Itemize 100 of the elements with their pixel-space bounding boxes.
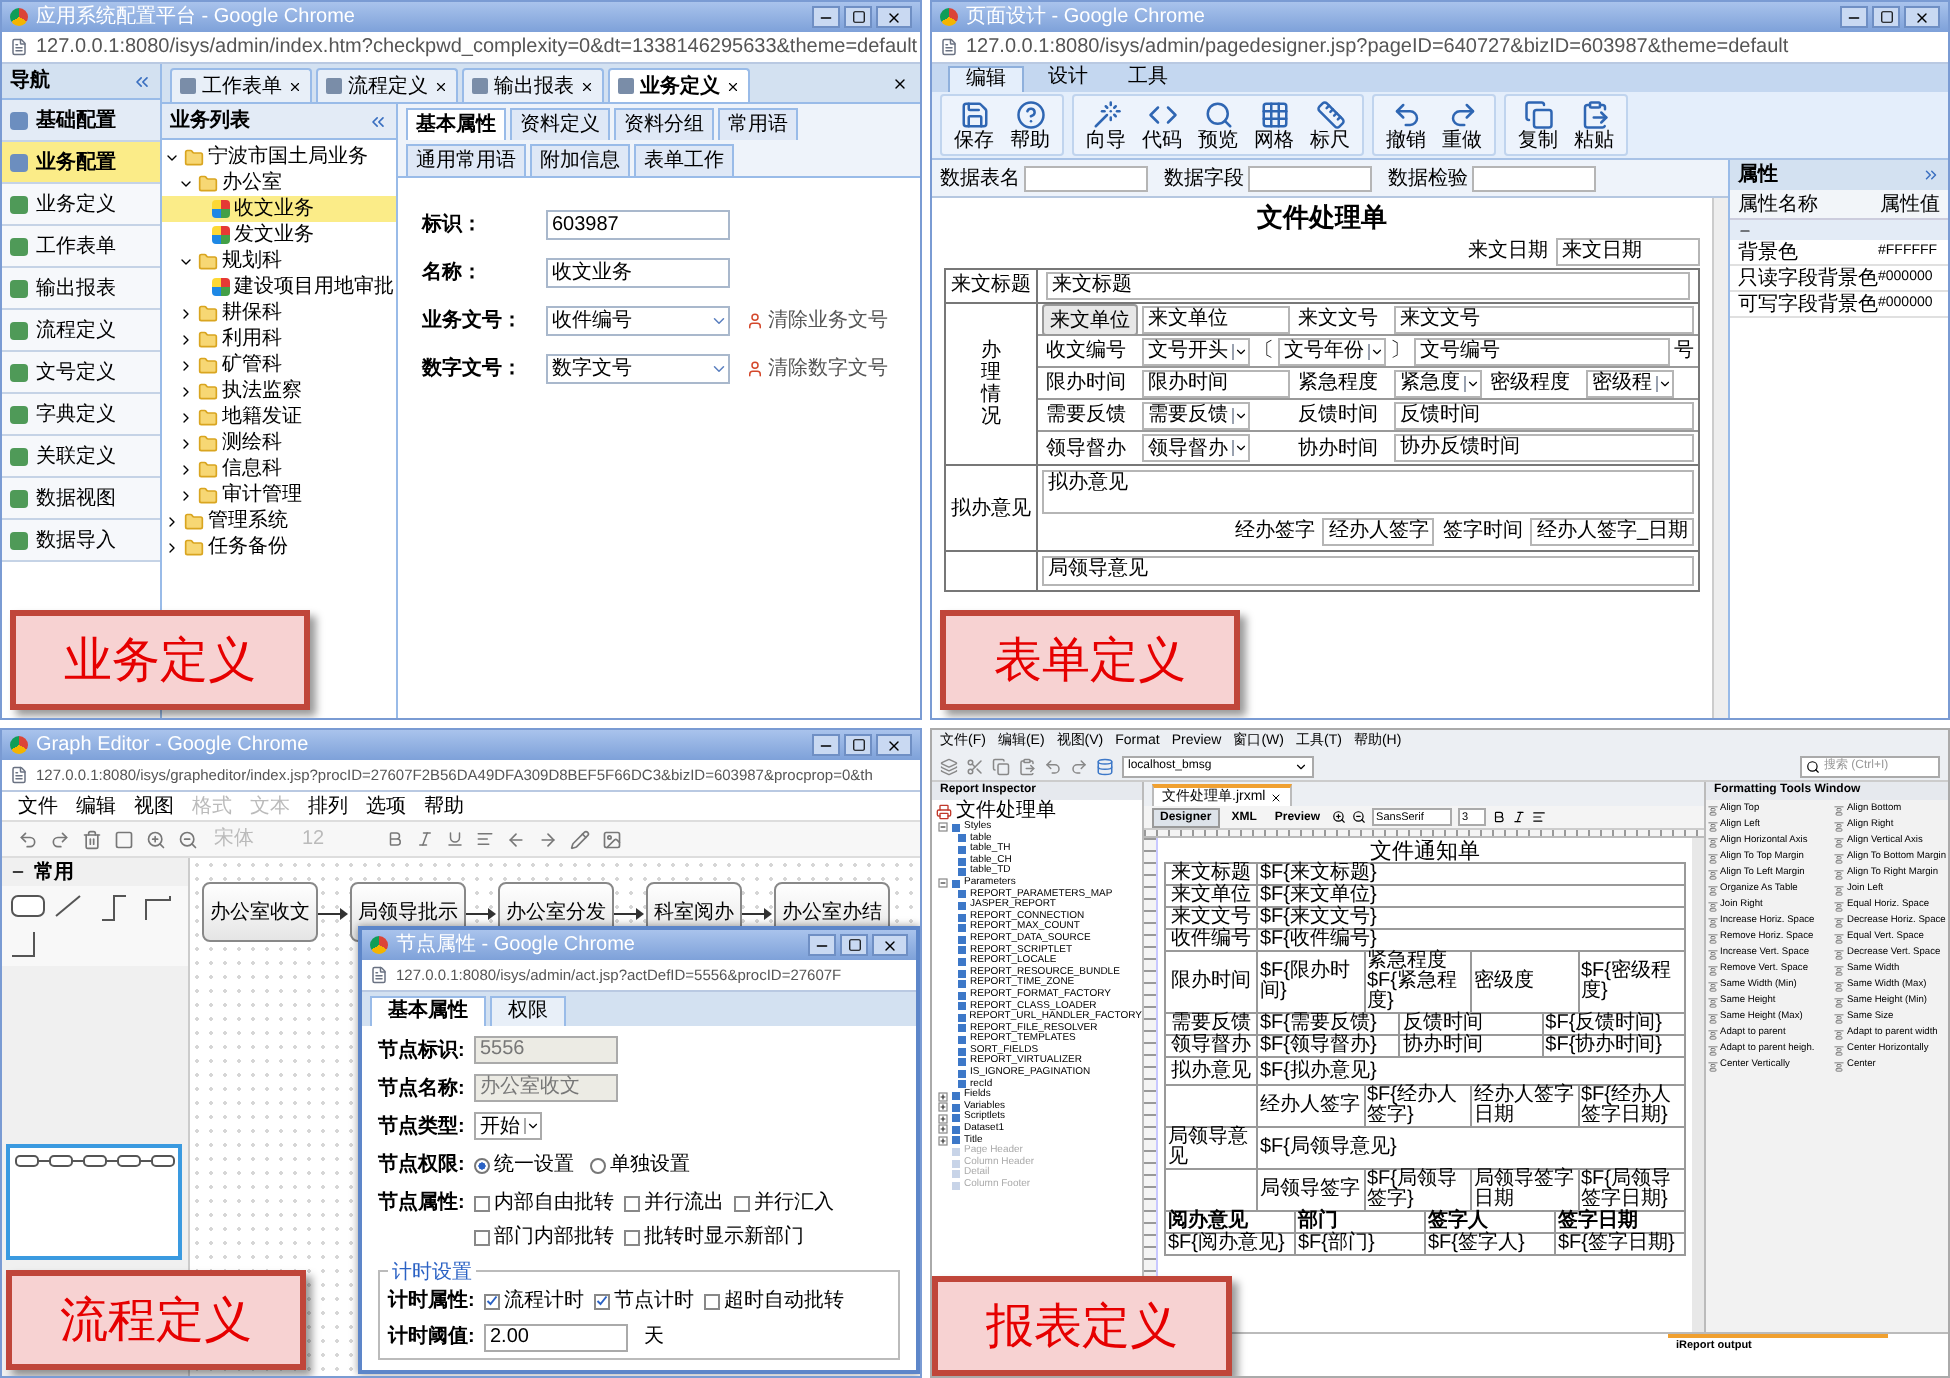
minimize-button[interactable] (812, 734, 840, 756)
zoom-in-icon[interactable] (1332, 810, 1347, 824)
input-field[interactable]: 来文标题 (1046, 272, 1690, 300)
caret-icon[interactable] (178, 487, 194, 503)
checkbox[interactable] (704, 1293, 720, 1309)
caret-icon[interactable] (164, 513, 180, 529)
radio-button[interactable] (474, 1157, 490, 1173)
toolbar-button[interactable]: 代码 (1138, 96, 1186, 154)
caret-icon[interactable] (178, 331, 194, 347)
address-bar[interactable]: 127.0.0.1:8080/isys/admin/pagedesigner.jsp?pageID=640727&bizID=603987&theme=default (932, 32, 1948, 64)
unit-button[interactable]: 来文单位 (1042, 303, 1138, 335)
tree-item[interactable]: 宁波市国土局业务 (162, 144, 396, 170)
caret-icon[interactable] (178, 435, 194, 451)
nav-item[interactable]: 工作表单 (2, 226, 160, 268)
caret-icon[interactable] (164, 539, 180, 555)
checkbox[interactable] (734, 1195, 750, 1211)
delete-icon[interactable] (82, 829, 102, 849)
ribbon-tab[interactable]: 工具 (1112, 66, 1184, 92)
tree-item[interactable]: 发文业务 (162, 222, 396, 248)
tree-item[interactable]: 建设项目用地审批 (162, 274, 396, 300)
caret-icon[interactable] (178, 305, 194, 321)
menu-item[interactable]: 编辑 (76, 791, 116, 821)
select-field[interactable]: 收件编号 (546, 306, 730, 336)
cut-icon[interactable] (966, 758, 984, 776)
select-field[interactable]: 需要反馈 (1142, 401, 1250, 429)
toolbar-button[interactable]: 向导 (1082, 96, 1130, 154)
menu-item[interactable]: 文件 (18, 791, 58, 821)
pencil-icon[interactable] (570, 829, 590, 849)
input-field[interactable]: 经办人签字 (1322, 517, 1435, 545)
input-field[interactable] (1472, 165, 1596, 191)
minimize-button[interactable] (1840, 6, 1868, 28)
text-area[interactable]: 局领导意见 (1042, 556, 1694, 586)
ribbon-tab[interactable]: 设计 (1032, 66, 1104, 92)
input-field[interactable]: 限办时间 (1142, 369, 1290, 397)
tab[interactable]: 基本属性 (406, 108, 506, 140)
select-field[interactable]: 开始 (474, 1112, 542, 1140)
paste-icon[interactable] (1018, 758, 1036, 776)
caret-icon[interactable] (178, 357, 194, 373)
radio-button[interactable] (590, 1157, 606, 1173)
tree-item[interactable]: 信息科 (162, 456, 396, 482)
arrow-left-icon[interactable] (506, 829, 526, 849)
tree-item[interactable]: 管理系统 (162, 508, 396, 534)
close-icon[interactable] (580, 79, 594, 93)
layers-icon[interactable] (940, 758, 958, 776)
align-icon[interactable] (476, 830, 494, 848)
input-field[interactable]: 2.00 (484, 1323, 628, 1351)
input-field[interactable]: 来文日期 (1556, 237, 1700, 265)
tab[interactable]: 业务定义 (608, 68, 750, 102)
checkbox[interactable] (484, 1293, 500, 1309)
tab[interactable]: 表单工作 (634, 144, 734, 176)
toolbar-button[interactable]: 网格 (1250, 96, 1298, 154)
caret-icon[interactable] (178, 461, 194, 477)
input-field[interactable] (1024, 165, 1148, 191)
close-icon[interactable] (434, 79, 448, 93)
expand-icon[interactable] (938, 1102, 948, 1113)
redo-icon[interactable] (1070, 758, 1088, 776)
select-field[interactable]: 领导督办 (1142, 434, 1250, 462)
tab[interactable]: 资料分组 (614, 108, 714, 140)
line-icon[interactable] (54, 894, 83, 918)
tab[interactable]: 基本属性 (370, 996, 486, 1026)
menu-item[interactable]: 视图 (134, 791, 174, 821)
maximize-button[interactable] (844, 734, 872, 756)
maximize-button[interactable] (844, 6, 872, 28)
nav-item[interactable]: 关联定义 (2, 436, 160, 478)
tree-item[interactable]: 矿管科 (162, 352, 396, 378)
toolbar-button[interactable]: 粘贴 (1570, 96, 1618, 154)
tree-item[interactable]: 执法监察 (162, 378, 396, 404)
nav-item[interactable]: 输出报表 (2, 268, 160, 310)
tree-item[interactable]: 利用科 (162, 326, 396, 352)
input-field[interactable]: 来文文号 (1394, 305, 1694, 333)
nav-item[interactable]: 业务定义 (2, 184, 160, 226)
tab[interactable]: 权限 (490, 996, 566, 1026)
checkbox[interactable] (474, 1229, 490, 1245)
nav-item[interactable]: 业务配置 (2, 142, 160, 184)
collapse-icon[interactable] (368, 111, 388, 131)
image-icon[interactable] (602, 829, 622, 849)
menu-item[interactable]: 排列 (308, 791, 348, 821)
toolbar-button[interactable]: 重做 (1438, 96, 1486, 154)
input-field[interactable]: 文号编号 (1414, 337, 1670, 365)
nav-item[interactable]: 数据导入 (2, 520, 160, 562)
tree-item[interactable]: 任务备份 (162, 534, 396, 560)
tree-item[interactable]: 测绘科 (162, 430, 396, 456)
toolbar-button[interactable]: 帮助 (1006, 96, 1054, 154)
input-field[interactable]: 收文业务 (546, 258, 730, 288)
input-field[interactable]: 经办人签字_日期 (1530, 517, 1694, 545)
tab[interactable]: 通用常用语 (406, 144, 526, 176)
input-field[interactable]: 反馈时间 (1394, 401, 1694, 429)
expand-icon[interactable] (938, 1113, 948, 1124)
toolbar-button[interactable]: 保存 (950, 96, 998, 154)
checkbox[interactable] (594, 1293, 610, 1309)
tab[interactable]: 工作表单 (170, 68, 312, 102)
minimize-button[interactable] (812, 6, 840, 28)
minimize-button[interactable] (808, 934, 836, 956)
redo-icon[interactable] (50, 829, 70, 849)
nav-item[interactable]: 文号定义 (2, 352, 160, 394)
tree-item[interactable]: 审计管理 (162, 482, 396, 508)
align-icon[interactable] (1532, 810, 1547, 824)
expand-icon[interactable] (938, 1091, 948, 1102)
checkbox[interactable] (624, 1229, 640, 1245)
tree-item[interactable]: 规划科 (162, 248, 396, 274)
